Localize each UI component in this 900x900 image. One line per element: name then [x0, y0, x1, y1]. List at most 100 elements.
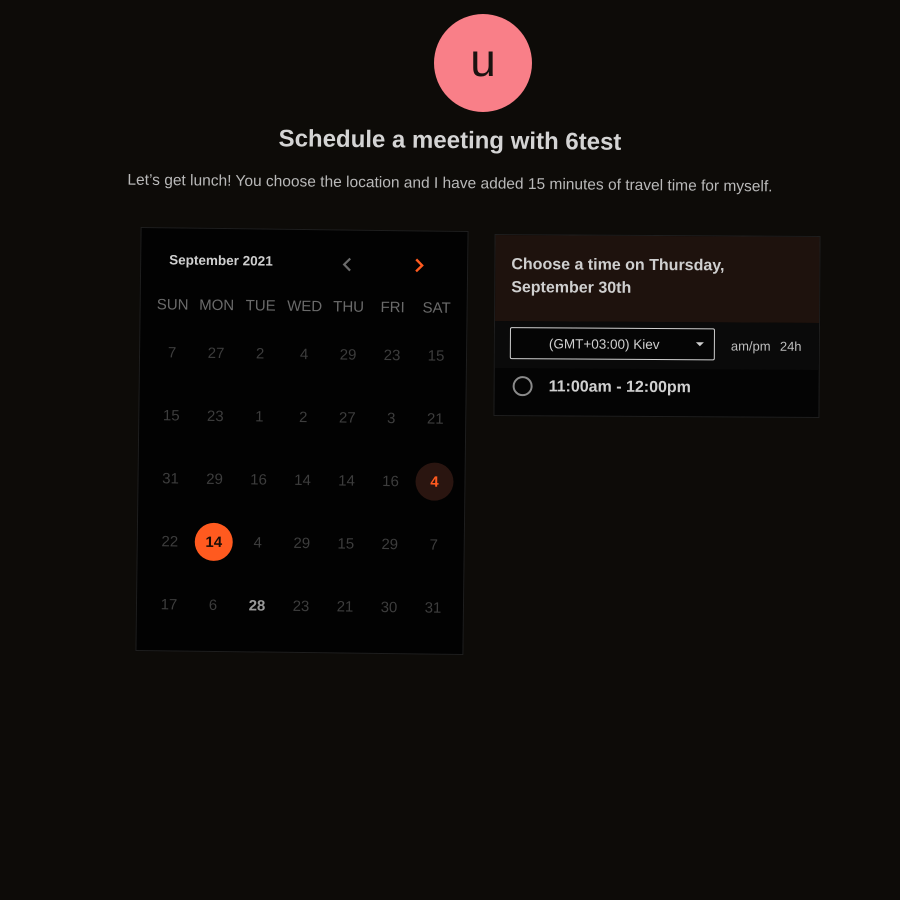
calendar-day-number: 7: [429, 536, 439, 554]
calendar-day-number: 4: [415, 462, 454, 501]
calendar-day[interactable]: 22: [147, 525, 192, 589]
calendar-day[interactable]: 6: [190, 589, 235, 653]
calendar-day-number: 30: [380, 598, 398, 616]
timezone-value: (GMT+03:00) Kiev: [548, 335, 660, 352]
caret-down-icon: [695, 342, 704, 347]
calendar-day[interactable]: 16: [236, 463, 281, 527]
calendar-day[interactable]: 2: [281, 401, 326, 465]
calendar-day-number: 29: [206, 470, 223, 488]
weekday-label: SAT: [422, 299, 451, 317]
weekday-header: SUN MON TUE WED THU FRI SAT: [151, 296, 459, 317]
calendar-day-number: 3: [387, 409, 396, 427]
weekday-label: TUE: [245, 297, 276, 315]
calendar-day[interactable]: 27: [325, 401, 370, 465]
format-24h-toggle[interactable]: 24h: [780, 339, 802, 354]
avatar: u: [434, 14, 532, 112]
calendar-day[interactable]: 23: [369, 339, 414, 403]
calendar: September 2021 SUN MON TUE WED THU FRI SAT 7 27…: [135, 227, 469, 655]
previous-month-button[interactable]: [341, 256, 355, 272]
calendar-day[interactable]: 23: [193, 400, 238, 464]
calendar-day-number: 27: [207, 344, 225, 362]
calendar-day-number: 23: [206, 407, 224, 425]
next-month-button[interactable]: [413, 257, 427, 273]
time-panel-header: Choose a time on Thursday, September 30t…: [495, 235, 820, 323]
calendar-day[interactable]: 7: [150, 336, 195, 400]
calendar-day[interactable]: 16: [368, 465, 413, 529]
avatar-initial: u: [470, 34, 496, 86]
calendar-day-number: 28: [248, 596, 266, 615]
calendar-day-selected[interactable]: 14: [191, 522, 236, 590]
calendar-day[interactable]: 21: [413, 402, 458, 466]
calendar-day-number: 1: [255, 407, 264, 426]
calendar-day-number: 21: [426, 410, 444, 428]
calendar-day-number: 14: [194, 522, 233, 562]
page-title: Schedule a meeting with 6test: [278, 125, 622, 156]
calendar-day[interactable]: 21: [322, 590, 367, 654]
calendar-day[interactable]: 1: [237, 400, 282, 464]
calendar-day-number: 23: [292, 597, 310, 615]
calendar-day-number: 31: [424, 599, 442, 617]
weekday-label: WED: [287, 297, 323, 316]
calendar-day[interactable]: 14: [324, 464, 369, 528]
calendar-day[interactable]: 30: [366, 591, 411, 655]
calendar-day-number: 15: [427, 347, 445, 365]
calendar-day[interactable]: 15: [149, 399, 194, 463]
calendar-day[interactable]: 23: [278, 590, 323, 654]
calendar-day[interactable]: 29: [325, 338, 370, 402]
calendar-month-label: September 2021: [169, 252, 273, 269]
calendar-day[interactable]: 29: [279, 527, 324, 591]
calendar-day[interactable]: 31: [148, 462, 193, 526]
chevron-left-icon: [342, 257, 352, 272]
calendar-day[interactable]: 3: [369, 402, 414, 466]
calendar-day-number: 6: [208, 596, 218, 614]
calendar-day-available[interactable]: 4: [412, 462, 457, 529]
chevron-right-icon: [415, 258, 424, 273]
time-slot[interactable]: 11:00am - 12:00pm: [494, 368, 818, 416]
calendar-header: September 2021: [141, 228, 468, 292]
calendar-day-number: 4: [253, 533, 263, 552]
calendar-day[interactable]: 28: [234, 589, 279, 653]
calendar-day[interactable]: 15: [323, 527, 368, 591]
calendar-day-number: 16: [382, 472, 399, 490]
format-ampm-toggle[interactable]: am/pm: [731, 338, 771, 353]
calendar-day-number: 2: [255, 344, 265, 363]
calendar-day-number: 14: [294, 471, 311, 489]
calendar-day-number: 2: [299, 408, 308, 426]
calendar-day[interactable]: 27: [193, 337, 238, 401]
weekday-label: SUN: [156, 296, 189, 314]
calendar-day[interactable]: 15: [413, 339, 458, 403]
calendar-day-number: 23: [383, 346, 401, 364]
time-panel-heading-line1: Choose a time on Thursday,: [511, 256, 725, 275]
timezone-select[interactable]: (GMT+03:00) Kiev: [509, 327, 715, 361]
calendar-day-number: 15: [162, 406, 180, 425]
calendar-day[interactable]: 29: [367, 528, 412, 592]
calendar-day[interactable]: 4: [235, 526, 280, 590]
calendar-day-number: 29: [293, 534, 311, 552]
radio-button[interactable]: [512, 376, 533, 397]
weekday-label: FRI: [380, 298, 405, 317]
calendar-day[interactable]: 2: [237, 337, 282, 401]
weekday-label: THU: [333, 298, 365, 316]
calendar-day-number: 27: [338, 408, 356, 427]
booking-page: u Schedule a meeting with 6test Let’s ge…: [0, 0, 900, 900]
calendar-day-number: 16: [250, 470, 267, 489]
calendar-day[interactable]: 7: [411, 528, 456, 592]
calendar-day-number: 29: [339, 345, 357, 364]
calendar-day[interactable]: 14: [280, 464, 325, 528]
calendar-day-number: 21: [336, 597, 354, 616]
calendar-day-number: 7: [167, 343, 177, 361]
timezone-row: (GMT+03:00) Kiev am/pm 24h: [494, 321, 820, 370]
calendar-days-grid: 7 27 2 4 29 23 15 15 23 1 2 27 3 21 31 29 16 14 14 16 4 22 14 4…: [146, 336, 458, 655]
calendar-day[interactable]: 29: [192, 463, 237, 527]
time-slot-label: 11:00am - 12:00pm: [548, 378, 691, 397]
calendar-day-number: 29: [381, 535, 399, 553]
time-panel-heading-line2: September 30th: [511, 279, 632, 297]
page-subtitle: Let’s get lunch! You choose the location…: [127, 171, 773, 196]
weekday-label: MON: [199, 296, 235, 315]
calendar-day[interactable]: 4: [281, 338, 326, 402]
calendar-day[interactable]: 17: [146, 588, 191, 652]
calendar-day[interactable]: 31: [410, 591, 455, 655]
calendar-day-number: 22: [161, 532, 179, 550]
calendar-day-number: 31: [162, 469, 179, 487]
calendar-day-number: 17: [160, 595, 178, 613]
